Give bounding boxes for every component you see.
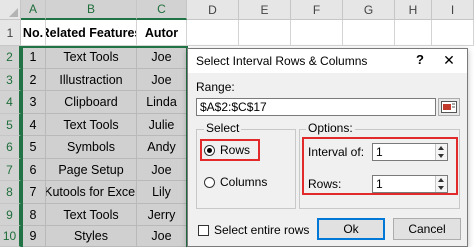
cell-feature[interactable]: Text Tools	[46, 46, 137, 69]
rows-radio-option[interactable]: Rows	[204, 143, 250, 157]
options-group-label: Options:	[306, 121, 355, 135]
spin-up-icon[interactable]	[438, 146, 444, 150]
column-header-e[interactable]: E	[239, 0, 291, 20]
range-input[interactable]: $A$2:$C$17	[196, 98, 436, 116]
row-header-5[interactable]: 5	[0, 114, 21, 136]
cell-no[interactable]: 1	[21, 46, 46, 69]
column-header-f[interactable]: F	[291, 0, 343, 20]
header-cell-related-features[interactable]: Related Features	[46, 20, 137, 46]
cell-no[interactable]: 5	[21, 136, 46, 159]
cell-no[interactable]: 4	[21, 114, 46, 136]
close-icon[interactable]: ✕	[440, 52, 458, 70]
dialog-titlebar[interactable]: Select Interval Rows & Columns ? ✕	[188, 49, 467, 73]
cell-autor[interactable]: Joe	[137, 159, 187, 181]
range-select-icon	[441, 101, 457, 113]
row-header-6[interactable]: 6	[0, 136, 21, 159]
cell-autor[interactable]: Lily	[137, 181, 187, 204]
help-icon[interactable]: ?	[412, 52, 428, 70]
column-header-h[interactable]: H	[395, 0, 432, 20]
empty-cell[interactable]	[239, 20, 291, 46]
empty-cell[interactable]	[343, 20, 395, 46]
cell-feature[interactable]: Kutools for Excel	[46, 181, 137, 204]
cell-autor[interactable]: Andy	[137, 136, 187, 159]
rows-count-spin-arrows[interactable]	[435, 176, 447, 192]
select-group-label: Select	[204, 121, 242, 135]
range-select-button[interactable]	[438, 98, 460, 116]
cell-feature[interactable]: Text Tools	[46, 204, 137, 226]
column-header-a[interactable]: A	[21, 0, 46, 20]
row-header-1[interactable]: 1	[0, 20, 21, 46]
header-cell-autor[interactable]: Autor	[137, 20, 187, 46]
header-cell-no[interactable]: No.	[21, 20, 46, 46]
interval-spin-arrows[interactable]	[435, 144, 447, 160]
column-header-d[interactable]: D	[187, 0, 239, 20]
cell-autor[interactable]: Joe	[137, 46, 187, 69]
cell-feature[interactable]: Illustraction	[46, 69, 137, 91]
row-header-9[interactable]: 9	[0, 204, 21, 226]
empty-cell[interactable]	[432, 20, 474, 46]
column-header-i[interactable]: I	[432, 0, 474, 20]
select-all-corner[interactable]	[0, 0, 21, 20]
cell-autor[interactable]: Linda	[137, 91, 187, 114]
empty-cell[interactable]	[187, 20, 239, 46]
cell-no[interactable]: 9	[21, 226, 46, 247]
row-header-8[interactable]: 8	[0, 181, 21, 204]
cell-feature[interactable]: Page Setup	[46, 159, 137, 181]
select-entire-rows-label: Select entire rows	[214, 223, 310, 237]
rows-count-value: 1	[376, 177, 383, 191]
cell-autor[interactable]: Joe	[137, 226, 187, 247]
range-label: Range:	[196, 80, 235, 94]
rows-count-spinner[interactable]: 1	[372, 175, 448, 193]
row-header-2[interactable]: 2	[0, 46, 21, 69]
cell-feature[interactable]: Symbols	[46, 136, 137, 159]
cancel-button[interactable]: Cancel	[393, 218, 461, 240]
rows-radio[interactable]	[204, 144, 215, 156]
select-entire-rows-checkbox[interactable]	[198, 224, 209, 236]
cell-no[interactable]: 2	[21, 69, 46, 91]
columns-radio-label: Columns	[220, 175, 268, 189]
columns-radio[interactable]	[204, 176, 215, 188]
cell-no[interactable]: 3	[21, 91, 46, 114]
cell-feature[interactable]: Text Tools	[46, 114, 137, 136]
column-header-b[interactable]: B	[46, 0, 137, 20]
cell-no[interactable]: 8	[21, 204, 46, 226]
empty-cell[interactable]	[291, 20, 343, 46]
cell-autor[interactable]: Joe	[137, 69, 187, 91]
interval-label: Interval of:	[308, 145, 365, 159]
row-header-3[interactable]: 3	[0, 69, 21, 91]
interval-spinner[interactable]: 1	[372, 143, 448, 161]
column-header-g[interactable]: G	[343, 0, 395, 20]
spin-up-icon[interactable]	[438, 178, 444, 182]
rows-count-label: Rows:	[308, 177, 342, 191]
row-header-4[interactable]: 4	[0, 91, 21, 114]
columns-radio-option[interactable]: Columns	[204, 175, 267, 189]
cell-no[interactable]: 6	[21, 159, 46, 181]
empty-cell[interactable]	[395, 20, 432, 46]
cell-feature[interactable]: Styles	[46, 226, 137, 247]
cell-autor[interactable]: Jerry	[137, 204, 187, 226]
ok-button[interactable]: Ok	[317, 218, 385, 240]
spin-down-icon[interactable]	[438, 154, 444, 158]
options-group-box	[299, 129, 460, 209]
cell-feature[interactable]: Clipboard	[46, 91, 137, 114]
row-header-10[interactable]: 10	[0, 226, 21, 247]
rows-radio-label: Rows	[220, 143, 251, 157]
row-header-7[interactable]: 7	[0, 159, 21, 181]
dialog-title: Select Interval Rows & Columns	[196, 54, 368, 68]
cell-autor[interactable]: Julie	[137, 114, 187, 136]
select-entire-rows-option[interactable]: Select entire rows	[198, 223, 309, 237]
interval-value: 1	[376, 145, 383, 159]
select-interval-dialog: Select Interval Rows & Columns ? ✕ Range…	[187, 48, 468, 247]
select-group-box	[196, 129, 296, 209]
cell-no[interactable]: 7	[21, 181, 46, 204]
spin-down-icon[interactable]	[438, 186, 444, 190]
column-header-c[interactable]: C	[137, 0, 187, 20]
